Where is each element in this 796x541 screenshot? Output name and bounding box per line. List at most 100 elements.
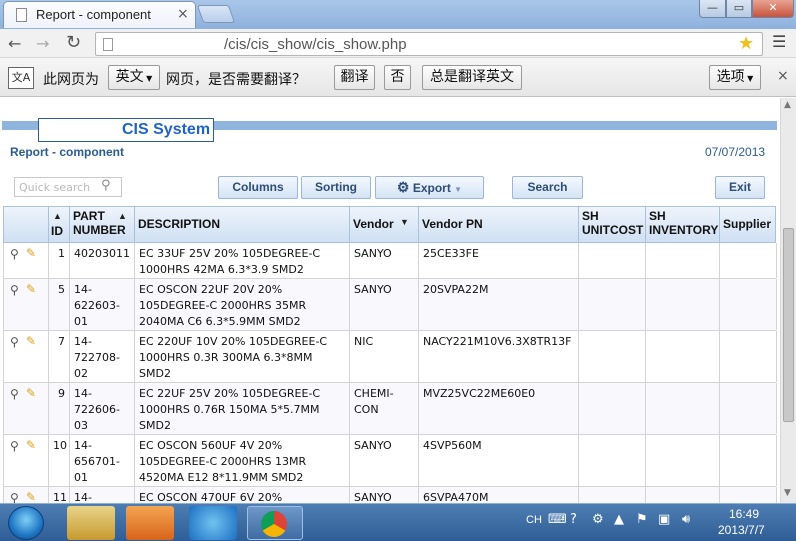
clock-date[interactable]: 2013/7/7: [718, 523, 765, 537]
cell-cost: [579, 435, 646, 486]
cell-desc: EC 33UF 25V 20% 105DEGREE-C 1000HRS 42MA …: [135, 243, 350, 278]
edit-pencil-icon[interactable]: ✎: [26, 489, 36, 503]
view-icon[interactable]: ⚲: [10, 438, 19, 454]
cell-desc: EC OSCON 470UF 6V 20%: [135, 487, 350, 503]
page-icon: [103, 38, 113, 51]
cell-vendor: SANYO: [350, 243, 419, 278]
table-row[interactable]: ⚲ ✎ 9 14- 722606- 03 EC 22UF 25V 20% 105DEGREE…: [3, 383, 777, 435]
column-header-vendor[interactable]: Vendor ▼: [350, 207, 419, 242]
quick-search-input[interactable]: Quick search ⚲: [14, 177, 122, 197]
forward-arrow-icon[interactable]: →: [36, 34, 49, 53]
bookmark-star-icon[interactable]: ★: [738, 33, 754, 54]
media-player-icon[interactable]: [126, 506, 174, 540]
sorting-button[interactable]: Sorting: [301, 176, 371, 199]
input-language-indicator[interactable]: CH: [526, 514, 542, 526]
cell-vendor: CHEMI- CON: [350, 383, 419, 434]
cell-part: 40203011: [70, 243, 135, 278]
view-icon[interactable]: ⚲: [10, 282, 19, 298]
edit-pencil-icon[interactable]: ✎: [26, 437, 36, 453]
cell-desc: EC 220UF 10V 20% 105DEGREE-C 1000HRS 0.3R…: [135, 331, 350, 382]
view-icon[interactable]: ⚲: [10, 490, 19, 503]
start-button[interactable]: [8, 506, 44, 540]
chrome-taskbar-button[interactable]: [247, 506, 303, 540]
column-header-description[interactable]: DESCRIPTION: [135, 207, 350, 242]
table-row[interactable]: ⚲ ✎ 7 14- 722708- 02 EC 220UF 10V 20% 105DEGRE…: [3, 331, 777, 383]
network-icon[interactable]: ▣: [658, 512, 670, 527]
cell-id: 1: [49, 243, 70, 278]
translate-icon: 文A: [8, 67, 34, 89]
column-header-vendor-pn[interactable]: Vendor PN: [419, 207, 579, 242]
show-hidden-icons-icon[interactable]: ▲: [614, 512, 624, 527]
cell-act: ⚲ ✎: [4, 243, 49, 278]
view-icon[interactable]: ⚲: [10, 334, 19, 350]
keyboard-icon[interactable]: ⌨: [548, 512, 567, 527]
cell-cost: [579, 383, 646, 434]
chevron-down-icon: ▼: [454, 185, 463, 194]
always-translate-button[interactable]: 总是翻译英文: [422, 65, 522, 90]
translate-prefix-text: 此网页为: [43, 72, 99, 88]
column-header-id[interactable]: ▲︎ ID: [49, 207, 70, 242]
cell-act: ⚲ ✎: [4, 279, 49, 330]
edit-pencil-icon[interactable]: ✎: [26, 281, 36, 297]
export-button[interactable]: ⚙ Export ▼: [375, 176, 484, 199]
cell-pn: 4SVP560M: [419, 435, 579, 486]
cell-pn: 20SVPA22M: [419, 279, 579, 330]
window-maximize-button[interactable]: ▭: [726, 0, 752, 18]
no-button[interactable]: 否: [384, 65, 411, 90]
cell-vendor: SANYO: [350, 279, 419, 330]
cell-inv: [646, 243, 720, 278]
exit-button[interactable]: Exit: [715, 176, 765, 199]
browser-tab[interactable]: Report - component ×: [3, 1, 196, 28]
options-button[interactable]: 选项 ▼: [709, 65, 761, 90]
cell-desc: EC 22UF 25V 20% 105DEGREE-C 1000HRS 0.76R…: [135, 383, 350, 434]
search-placeholder: Quick search: [19, 181, 91, 194]
view-icon[interactable]: ⚲: [10, 246, 19, 262]
browser-titlebar: Report - component × — ▭ ✕: [0, 0, 796, 29]
cell-inv: [646, 383, 720, 434]
url-text[interactable]: /cis/cis_show/cis_show.php: [224, 36, 407, 53]
translate-button[interactable]: 翻译: [334, 65, 375, 90]
internet-explorer-icon[interactable]: [189, 506, 237, 540]
settings-icon[interactable]: ⚙: [592, 512, 604, 527]
explorer-icon[interactable]: [67, 506, 115, 540]
search-icon[interactable]: ⚲: [101, 178, 111, 193]
new-tab-button[interactable]: [196, 5, 236, 23]
view-icon[interactable]: ⚲: [10, 386, 19, 402]
app-title-box: CIS System: [38, 118, 214, 142]
scroll-down-arrow-icon[interactable]: ▼: [784, 488, 791, 498]
menu-icon[interactable]: ☰: [772, 32, 786, 51]
table-row[interactable]: ⚲ ✎ 5 14- 622603- 01 EC OSCON 22UF 20V 20% 105D…: [3, 279, 777, 331]
search-button[interactable]: Search: [512, 176, 583, 199]
window-minimize-button[interactable]: —: [699, 0, 726, 18]
cell-cost: [579, 279, 646, 330]
address-bar[interactable]: /cis/cis_show/cis_show.php ★: [95, 32, 763, 56]
scrollbar-thumb[interactable]: [783, 228, 794, 422]
tab-close-icon[interactable]: ×: [177, 6, 189, 22]
clock-time[interactable]: 16:49: [729, 507, 759, 521]
language-select[interactable]: 英文 ▼: [108, 65, 160, 90]
edit-pencil-icon[interactable]: ✎: [26, 385, 36, 401]
cell-act: ⚲ ✎: [4, 487, 49, 503]
scroll-up-arrow-icon[interactable]: ▲: [784, 100, 791, 110]
column-header-sh-unitcost[interactable]: SH UNITCOST: [579, 207, 646, 242]
cell-sup: [720, 279, 777, 330]
vertical-scrollbar[interactable]: ▲ ▼: [780, 98, 796, 503]
close-icon[interactable]: ×: [777, 68, 789, 84]
window-close-button[interactable]: ✕: [752, 0, 794, 18]
table-row[interactable]: ⚲ ✎ 1 40203011 EC 33UF 25V 20% 105DEGREE-C 10…: [3, 243, 777, 279]
cell-sup: [720, 331, 777, 382]
edit-pencil-icon[interactable]: ✎: [26, 333, 36, 349]
edit-pencil-icon[interactable]: ✎: [26, 245, 36, 261]
column-header-supplier[interactable]: Supplier: [720, 207, 777, 242]
column-header-sh-inventory[interactable]: SH INVENTORY: [646, 207, 720, 242]
volume-icon[interactable]: 🔊︎: [682, 512, 690, 527]
table-row[interactable]: ⚲ ✎ 10 14- 656701- 01 EC OSCON 560UF 4V 20% 105…: [3, 435, 777, 487]
help-icon[interactable]: ?: [570, 512, 577, 527]
table-row[interactable]: ⚲ ✎ 11 14- EC OSCON 470UF 6V 20% SANYO 6SVPA47…: [3, 487, 777, 503]
flag-icon[interactable]: ⚑: [636, 512, 648, 527]
column-header-part-number[interactable]: PART NUMBER ▲: [70, 207, 135, 242]
translate-infobar: 文A 此网页为 英文 ▼ 网页，是否需要翻译？ 翻译 否 总是翻译英文 选项 ▼…: [0, 58, 796, 97]
reload-icon[interactable]: ↻: [66, 32, 81, 53]
back-arrow-icon[interactable]: ←: [8, 34, 21, 53]
columns-button[interactable]: Columns: [218, 176, 298, 199]
